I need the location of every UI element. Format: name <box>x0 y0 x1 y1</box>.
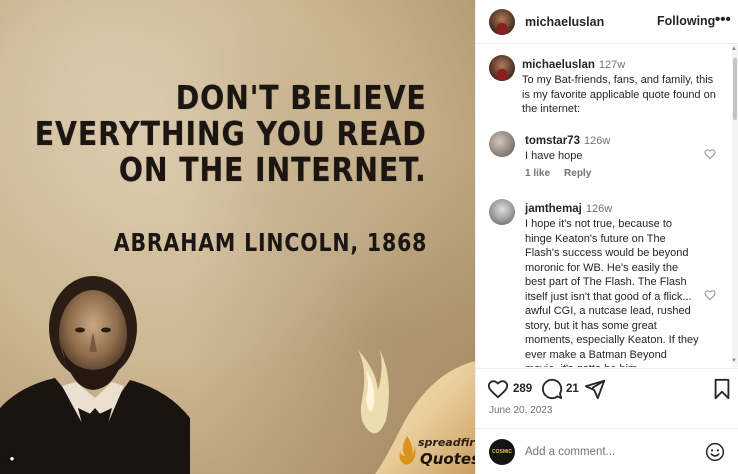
caption-author-avatar[interactable] <box>489 55 515 81</box>
comment-like-heart-icon[interactable] <box>704 148 716 160</box>
caption-text-block: michaeluslan 127w To my Bat-friends, fans… <box>522 55 718 117</box>
reply-button[interactable]: Reply <box>564 168 591 179</box>
caption-username[interactable]: michaeluslan <box>522 59 595 71</box>
quote-line: ON THE INTERNET. <box>119 150 428 189</box>
post-image[interactable]: DON'T BELIEVE EVERYTHING YOU READ ON THE… <box>0 0 475 474</box>
lincoln-portrait-image <box>0 276 190 474</box>
comment-username[interactable]: jamthemaj <box>525 203 582 215</box>
comment-username[interactable]: tomstar73 <box>525 135 580 147</box>
caption-time[interactable]: 127w <box>599 59 625 71</box>
quote-line: DON'T BELIEVE <box>176 78 427 117</box>
quote-line: EVERYTHING YOU READ <box>35 114 427 153</box>
add-comment-input[interactable] <box>525 443 695 461</box>
save-bookmark-icon[interactable] <box>711 378 733 400</box>
comment-time[interactable]: 126w <box>586 203 612 215</box>
post-header: michaeluslan Following ••• <box>476 0 738 44</box>
caption-text: To my Bat-friends, fans, and family, thi… <box>522 74 716 115</box>
comment-meta: 1 like Reply <box>525 168 591 179</box>
tag-people-icon[interactable]: ● <box>5 452 19 466</box>
post-side-panel: michaeluslan Following ••• michaeluslan 1… <box>475 0 738 474</box>
spreadfire-quotes-logo: spreadfire Quotes <box>398 432 475 472</box>
current-user-avatar: COSMIC <box>489 439 515 465</box>
like-heart-icon[interactable] <box>487 378 509 400</box>
scroll-up-arrow-icon[interactable]: ▲ <box>731 46 737 52</box>
add-comment-bar: COSMIC <box>476 428 738 474</box>
commenter-avatar[interactable] <box>489 131 515 157</box>
brand-name-top: spreadfire <box>418 436 475 449</box>
brand-name-bottom: Quotes <box>420 450 475 468</box>
like-count[interactable]: 289 <box>513 383 532 395</box>
comment-text-block: tomstar73 126w I have hope <box>525 131 701 164</box>
comment-bubble-icon[interactable] <box>541 378 563 400</box>
flame-icon <box>399 436 416 465</box>
comment-likes-count[interactable]: 1 like <box>525 168 550 179</box>
comment-time[interactable]: 126w <box>584 135 610 147</box>
scroll-down-arrow-icon[interactable]: ▼ <box>731 358 737 364</box>
comment-text: I hope it's not true, because to hinge K… <box>525 218 699 367</box>
quote-text: DON'T BELIEVE EVERYTHING YOU READ ON THE… <box>35 80 427 188</box>
author-username[interactable]: michaeluslan <box>525 15 604 29</box>
scrollbar-thumb[interactable] <box>733 58 737 120</box>
comment-like-heart-icon[interactable] <box>704 289 716 301</box>
commenter-avatar[interactable] <box>489 199 515 225</box>
emoji-icon[interactable] <box>705 442 725 462</box>
post-date[interactable]: June 20, 2023 <box>489 405 552 416</box>
comments-list[interactable]: michaeluslan 127w To my Bat-friends, fans… <box>476 45 738 367</box>
quote-attribution: ABRAHAM LINCOLN, 1868 <box>113 228 427 257</box>
comment-text: I have hope <box>525 150 583 162</box>
author-avatar[interactable] <box>489 9 515 35</box>
share-paper-plane-icon[interactable] <box>584 378 606 400</box>
comment-count[interactable]: 21 <box>566 383 579 395</box>
comment-text-block: jamthemaj 126w I hope it's not true, beca… <box>525 199 701 367</box>
following-button[interactable]: Following <box>657 14 715 28</box>
post-actions-bar: 289 21 June 20, 2023 <box>476 368 738 428</box>
more-options-icon[interactable]: ••• <box>715 11 731 28</box>
